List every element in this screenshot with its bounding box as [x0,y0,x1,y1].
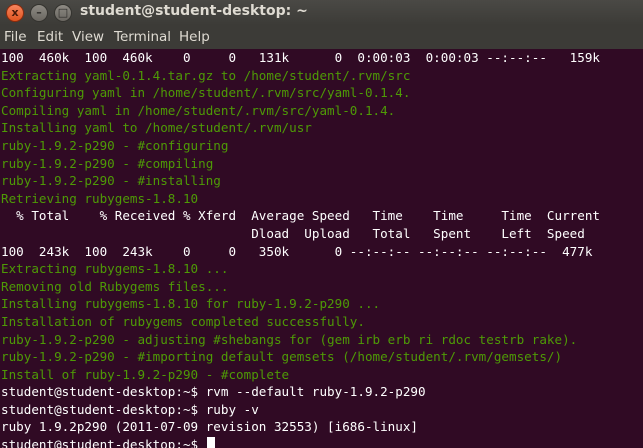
minimize-icon[interactable]: – [30,4,48,22]
terminal-line: ruby-1.9.2-p290 - #installing [1,173,221,189]
terminal-line: Installation of rubygems completed succe… [1,313,365,329]
terminal-output[interactable]: 100 460k 100 460k 0 0 131k 0 0:00:03 0:0… [0,49,643,448]
shell-prompt: student@student-desktop:~$ [1,437,206,448]
terminal-line: Installing yaml to /home/student/.rvm/us… [1,120,312,136]
window-title: student@student-desktop: ~ [80,3,308,19]
terminal-line: 100 243k 100 243k 0 0 350k 0 --:--:-- --… [1,243,593,259]
text-cursor [206,437,215,448]
terminal-line: student@student-desktop:~$ rvm --default… [1,384,426,400]
menu-view[interactable]: View [72,29,104,45]
terminal-line: ruby-1.9.2-p290 - #compiling [1,155,214,171]
maximize-icon[interactable]: □ [54,4,72,22]
terminal-line: Extracting yaml-0.1.4.tar.gz to /home/st… [1,67,411,83]
menu-terminal[interactable]: Terminal [114,29,171,45]
terminal-line: student@student-desktop:~$ ruby -v [1,401,259,417]
terminal-window: x – □ student@student-desktop: ~ File Ed… [0,0,643,448]
terminal-line: ruby 1.9.2p290 (2011-07-09 revision 3255… [1,419,419,435]
terminal-line: ruby-1.9.2-p290 - #importing default gem… [1,349,563,365]
terminal-line: ruby-1.9.2-p290 - #configuring [1,137,229,153]
terminal-line: ruby-1.9.2-p290 - adjusting #shebangs fo… [1,331,578,347]
terminal-line: Install of ruby-1.9.2-p290 - #complete [1,366,290,382]
menu-edit[interactable]: Edit [37,29,63,45]
title-bar[interactable]: x – □ student@student-desktop: ~ [0,0,643,25]
terminal-line: Retrieving rubygems-1.8.10 [1,190,199,206]
terminal-line: Removing old Rubygems files... [1,278,229,294]
terminal-line: Dload Upload Total Spent Left Speed [1,225,585,241]
close-icon[interactable]: x [6,4,24,22]
menu-file[interactable]: File [4,29,27,45]
terminal-line: % Total % Received % Xferd Average Speed… [1,208,600,224]
menu-help[interactable]: Help [179,29,210,45]
terminal-line: Installing rubygems-1.8.10 for ruby-1.9.… [1,296,381,312]
menu-bar: File Edit View Terminal Help [0,25,643,49]
terminal-line: 100 460k 100 460k 0 0 131k 0 0:00:03 0:0… [1,50,600,65]
terminal-line: Compiling yaml in /home/student/.rvm/src… [1,102,396,118]
prompt-line[interactable]: student@student-desktop:~$ [0,436,643,448]
terminal-line: Extracting rubygems-1.8.10 ... [1,261,229,277]
terminal-line: Configuring yaml in /home/student/.rvm/s… [1,85,411,101]
